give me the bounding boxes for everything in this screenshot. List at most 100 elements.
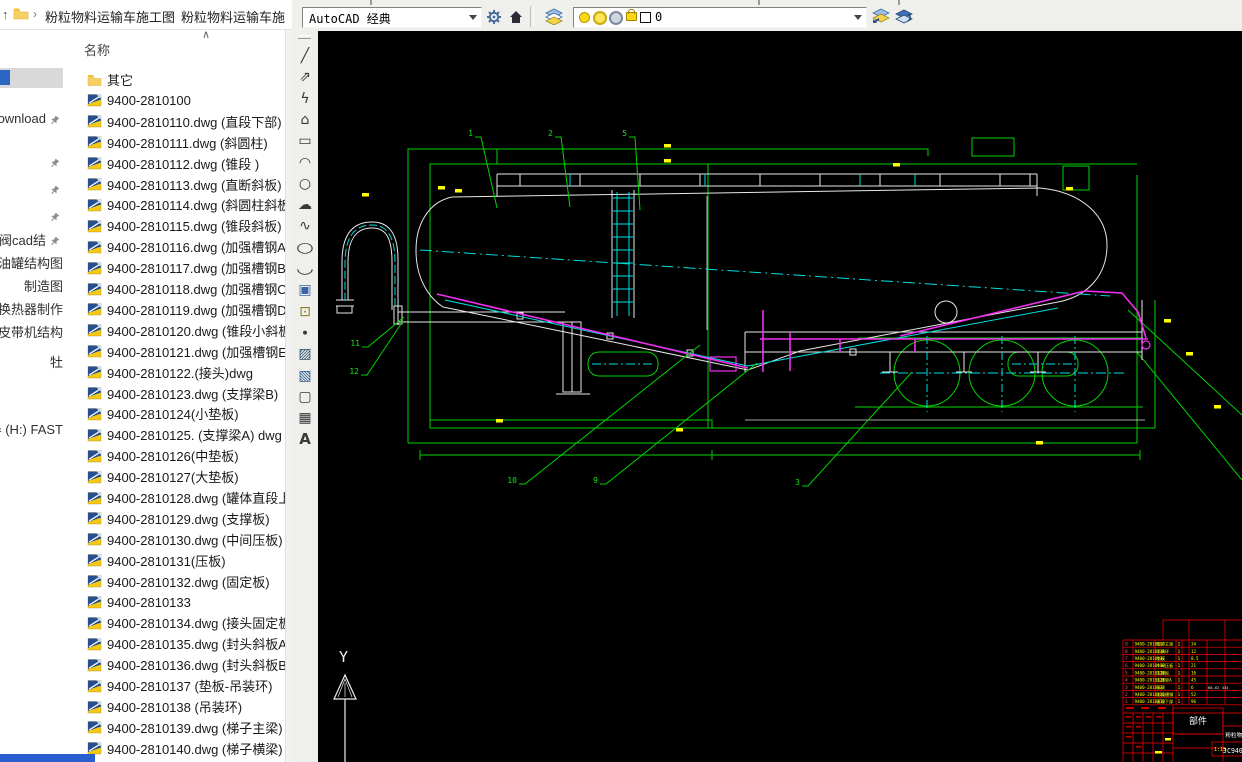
nav-item-[interactable]: 板换热器制作 <box>0 298 63 318</box>
dimension-text-mark <box>893 163 900 167</box>
file-row[interactable]: 9400-2810135.dwg (封头斜板A) <box>65 633 285 654</box>
address-bar[interactable]: ↑ › 粉粒物料运输车施工图 › 粉粒物料运输车施 <box>0 0 292 30</box>
hatch-tool[interactable]: ▨ <box>295 344 315 364</box>
file-row[interactable]: 9400-2810121.dwg (加强槽钢E) <box>65 341 285 362</box>
region-tool[interactable]: ▢ <box>295 387 315 407</box>
column-header-name[interactable]: 名称 <box>84 40 110 59</box>
insert-block-tool[interactable]: ▣ <box>295 280 315 300</box>
breadcrumb-folder-1[interactable]: 粉粒物料运输车施工图 <box>45 7 175 26</box>
nav-item-[interactable]: 制造图 <box>0 275 63 295</box>
file-row[interactable]: 9400-2810138 (吊装环) <box>65 696 285 717</box>
cad-drawing: 12511121093 Y <box>318 31 1242 762</box>
nav-item-[interactable]: 牡 <box>0 351 63 371</box>
file-row[interactable]: 9400-2810133 <box>65 592 285 613</box>
file-row[interactable]: 9400-2810137 (垫板-吊装环) <box>65 675 285 696</box>
table-tool[interactable]: ▦ <box>295 408 315 428</box>
dwg-file-icon <box>87 491 102 505</box>
file-row[interactable]: 9400-2810127(大垫板) <box>65 466 285 487</box>
bom-row-no: 8 <box>1125 649 1128 655</box>
layer-previous-button[interactable] <box>893 6 914 27</box>
dwg-file-icon <box>87 679 102 693</box>
file-row[interactable]: 9400-2810123.dwg (支撑梁B) <box>65 383 285 404</box>
toolbar-separator <box>530 6 534 27</box>
nav-item-HFAST[interactable]: 器 (H:) FAST <box>0 418 63 438</box>
file-row[interactable]: 9400-2810100 <box>65 90 285 111</box>
nav-item-label: 牡 <box>50 352 63 371</box>
nav-item-ownload[interactable]: ownload <box>0 108 63 128</box>
ellipse-arc-tool[interactable]: ◡ <box>291 259 320 279</box>
layer-color-swatch[interactable] <box>640 12 651 23</box>
file-row[interactable]: 9400-2810118.dwg (加强槽钢C) <box>65 278 285 299</box>
dimension-text-mark <box>664 159 671 163</box>
file-name: 9400-2810139.dwg (梯子主梁) <box>107 718 283 737</box>
file-row[interactable]: 9400-2810124(小垫板) <box>65 403 285 424</box>
make-layer-current-button[interactable] <box>870 6 891 27</box>
mtext-tool[interactable]: A <box>295 429 315 449</box>
polyline-tool[interactable]: ϟ <box>295 89 315 109</box>
file-row[interactable]: 9400-2810114.dwg (斜圆柱斜板) <box>65 194 285 215</box>
nav-item-cad[interactable]: 球阀cad结 <box>0 229 63 249</box>
sort-caret-icon[interactable]: ∧ <box>202 30 210 41</box>
file-row[interactable]: 9400-2810115.dwg (锥段斜板) <box>65 215 285 236</box>
toolbar-grip[interactable] <box>298 35 311 39</box>
make-block-tool[interactable]: ⊡ <box>295 302 315 322</box>
file-row[interactable]: 9400-2810136.dwg (封头斜板B) <box>65 654 285 675</box>
chevron-down-icon[interactable] <box>854 15 862 20</box>
file-row[interactable]: 9400-2810125. (支撑梁A) dwg <box>65 424 285 445</box>
file-name: 9400-2810116.dwg (加强槽钢A) <box>107 237 285 256</box>
nav-item[interactable] <box>0 68 63 88</box>
workspace-combobox[interactable]: AutoCAD 经典 <box>302 7 482 28</box>
nav-item[interactable] <box>0 178 63 198</box>
file-row[interactable]: 9400-2810119.dwg (加强槽钢D) <box>65 299 285 320</box>
taskbar-fragment[interactable] <box>0 754 95 762</box>
file-row[interactable]: 9400-2810134.dwg (接头固定板) <box>65 612 285 633</box>
breadcrumb-folder-2[interactable]: 粉粒物料运输车施 <box>181 7 285 26</box>
file-row[interactable]: 9400-2810116.dwg (加强槽钢A) <box>65 236 285 257</box>
file-row[interactable]: 9400-2810120.dwg (锥段小斜板) <box>65 320 285 341</box>
file-row[interactable]: 9400-2810122.(接头)dwg <box>65 362 285 383</box>
file-row[interactable]: 9400-2810110.dwg (直段下部) <box>65 111 285 132</box>
nav-item[interactable] <box>0 151 63 171</box>
drawing-canvas[interactable]: 12511121093 Y <box>318 31 1242 762</box>
layer-freeze-icon[interactable] <box>593 11 607 25</box>
construction-line-tool[interactable]: ⇗ <box>295 67 315 87</box>
line-tool[interactable]: ╱ <box>295 46 315 66</box>
file-row[interactable]: 9400-2810111.dwg (斜圆柱) <box>65 132 285 153</box>
spline-tool[interactable]: ∿ <box>295 216 315 236</box>
file-row[interactable]: 9400-2810139.dwg (梯子主梁) <box>65 717 285 738</box>
arc-tool[interactable]: ◠ <box>295 153 315 173</box>
dimension-text-mark <box>676 428 683 432</box>
folder-icon <box>87 73 102 87</box>
workspace-lock-button[interactable] <box>505 6 526 27</box>
dwg-file-icon <box>87 177 102 191</box>
layer-vp-icon[interactable] <box>609 11 623 25</box>
file-row[interactable]: 9400-2810128.dwg (罐体直段上部 <box>65 487 285 508</box>
workspace-settings-button[interactable] <box>483 6 504 27</box>
rectangle-tool[interactable]: ▭ <box>295 131 315 151</box>
nav-item-[interactable]: 输油罐结构图 <box>0 252 63 272</box>
file-row[interactable]: 9400-2810112.dwg (锥段 ) <box>65 153 285 174</box>
file-row[interactable]: 其它 <box>65 69 285 90</box>
nav-item[interactable] <box>0 205 63 225</box>
file-row[interactable]: 9400-2810140.dwg (梯子横梁) <box>65 738 285 759</box>
point-tool[interactable]: ∙ <box>295 323 315 343</box>
ellipse-tool[interactable]: ○ <box>291 238 320 258</box>
layer-combobox[interactable]: 0 <box>573 7 867 28</box>
up-arrow-icon[interactable]: ↑ <box>2 7 9 22</box>
nav-item-[interactable]: 缩皮带机结构 <box>0 321 63 341</box>
layer-lock-icon[interactable] <box>626 12 637 21</box>
revision-cloud-tool[interactable]: ☁ <box>295 195 315 215</box>
file-row[interactable]: 9400-2810131(压板) <box>65 550 285 571</box>
file-row[interactable]: 9400-2810130.dwg (中间压板) <box>65 529 285 550</box>
polygon-tool[interactable]: ⌂ <box>295 110 315 130</box>
circle-tool[interactable]: ○ <box>295 174 315 194</box>
layer-on-bulb-icon[interactable] <box>579 12 590 23</box>
nav-item-label: 球阀cad结 <box>0 230 46 249</box>
file-row[interactable]: 9400-2810132.dwg (固定板) <box>65 571 285 592</box>
layer-properties-button[interactable] <box>543 6 564 27</box>
file-row[interactable]: 9400-2810113.dwg (直断斜板) <box>65 174 285 195</box>
file-row[interactable]: 9400-2810117.dwg (加强槽钢B) <box>65 257 285 278</box>
file-row[interactable]: 9400-2810126(中垫板) <box>65 445 285 466</box>
file-row[interactable]: 9400-2810129.dwg (支撑板) <box>65 508 285 529</box>
gradient-tool[interactable]: ▧ <box>295 366 315 386</box>
